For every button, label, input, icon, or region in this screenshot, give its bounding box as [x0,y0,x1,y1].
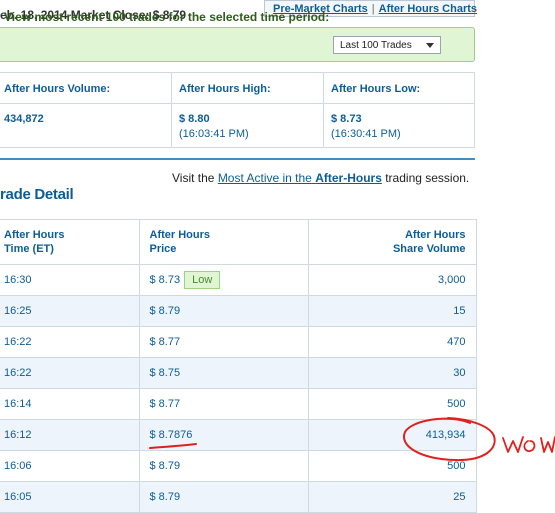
trade-time: 16:22 [0,326,140,358]
most-active-link-text: Most Active in the [217,171,312,185]
trade-price: $ 8.75 [138,357,309,389]
trade-volume: 3,000 [307,264,477,296]
col-header-price-line2: Price [149,243,177,255]
col-header-volume-line2: Share Volume [392,243,466,255]
col-header-time-line1: After Hours [4,229,65,241]
visit-suffix: trading session. [385,171,470,185]
stat-high-label: After Hours High: [179,83,271,95]
trade-time: 16:30 [0,264,140,296]
col-header-time-line2: Time (ET) [4,243,54,255]
trade-time: 16:25 [0,295,140,327]
trade-time: 16:06 [0,450,140,482]
stat-volume: After Hours Volume: 434,872 [0,73,172,147]
trade-volume: 470 [307,326,477,358]
trade-price: $ 8.77 [138,326,309,358]
after-hours-link-text: After-Hours [315,171,382,185]
table-row: 16:25 $ 8.79 15 [0,295,477,327]
trade-volume: 15 [307,295,477,327]
table-row: 16:14 $ 8.77 500 [0,388,477,420]
afterhours-charts-link[interactable]: After Hours Charts [379,3,477,15]
stat-high-value: $ 8.80 [179,113,210,125]
trade-time: 16:12 [0,419,140,451]
trade-price: $ 8.7876 [138,419,309,451]
col-header-price-line1: After Hours [149,229,211,241]
trade-volume: 25 [307,481,477,513]
filter-label: View most recent 100 trades for the sele… [4,10,330,24]
wow-scribble [502,436,555,453]
link-separator: | [371,3,375,15]
stat-volume-label: After Hours Volume: [4,83,111,95]
table-header-row: After Hours Time (ET) After Hours Price Af… [0,219,477,265]
trade-time: 16:05 [0,481,140,513]
trade-volume: 413,934 [307,419,477,451]
trade-price: $ 8.79 [138,295,309,327]
visit-prefix: Visit the [172,171,215,185]
stat-low-label: After Hours Low: [331,83,421,95]
table-row: 16:30 $ 8.73 Low 3,000 [0,264,477,296]
most-active-link[interactable]: Most Active in the After-Hours [218,171,382,185]
table-row: 16:12 $ 8.7876 413,934 [0,419,477,451]
trade-detail-table: After Hours Time (ET) After Hours Price Af… [0,219,477,513]
trade-period-selected: Last 100 Trades [340,40,412,51]
stat-volume-value: 434,872 [4,113,44,125]
trade-price: $ 8.77 [138,388,309,420]
table-row: 16:05 $ 8.79 25 [0,481,477,513]
table-row: 16:22 $ 8.77 470 [0,326,477,358]
table-row: 16:22 $ 8.75 30 [0,357,477,389]
low-badge: Low [184,271,221,289]
trade-price-cell: $ 8.73 Low [138,264,309,296]
trade-volume: 30 [307,357,477,389]
trade-period-select[interactable]: Last 100 Trades [333,36,441,54]
trade-time: 16:14 [0,388,140,420]
trade-price: $ 8.73 [149,274,181,286]
after-hours-stats: After Hours Volume: 434,872 After Hours … [0,72,475,148]
col-header-price: After Hours Price [138,219,309,265]
chevron-down-icon [426,43,434,48]
col-header-volume: After Hours Share Volume [307,219,477,265]
trade-price: $ 8.79 [138,481,309,513]
col-header-volume-line1: After Hours [404,229,466,241]
trade-volume: 500 [307,388,477,420]
section-divider [0,158,475,160]
stat-low: After Hours Low: $ 8.73 (16:30:41 PM) [324,73,474,147]
stat-low-time: (16:30:41 PM) [331,128,401,140]
table-row: 16:06 $ 8.79 500 [0,450,477,482]
col-header-time: After Hours Time (ET) [0,219,140,265]
trade-price: $ 8.79 [138,450,309,482]
trade-detail-title: rade Detail [0,186,74,203]
stat-low-value: $ 8.73 [331,113,362,125]
trade-time: 16:22 [0,357,140,389]
trade-volume: 500 [307,450,477,482]
stat-high-time: (16:03:41 PM) [179,128,249,140]
stat-high: After Hours High: $ 8.80 (16:03:41 PM) [172,73,324,147]
most-active-line: Visit the Most Active in the After-Hours… [172,171,469,185]
